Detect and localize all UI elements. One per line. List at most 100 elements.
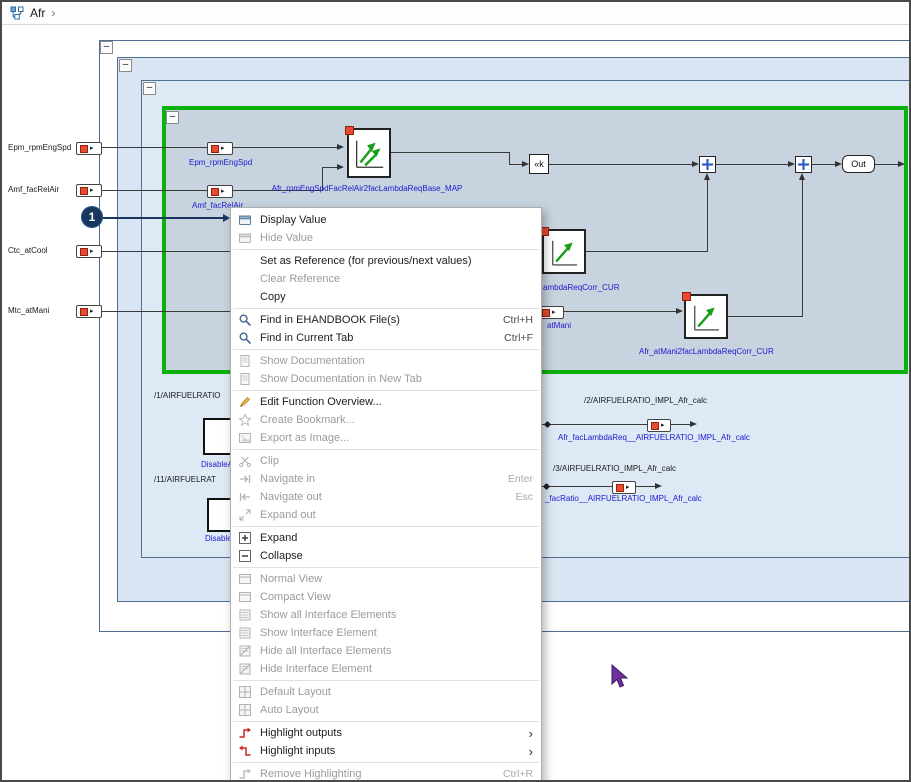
cur-block[interactable] [684,294,728,339]
menu-item-label: Collapse [260,550,533,562]
menu-item-label: Edit Function Overview... [260,396,533,408]
menu-item-collapse[interactable]: Collapse [231,547,541,565]
signal-link[interactable]: _facRatio__AIRFUELRATIO_IMPL_Afr_calc [545,494,702,503]
menu-separator [233,526,539,527]
wire [728,316,803,317]
curve-icon [545,233,583,271]
breadcrumb-label[interactable]: Afr [30,6,45,20]
search-icon [237,331,253,345]
port-arrow-icon: ▸ [90,248,94,255]
menu-item-hide-interface-element: Hide Interface Element [231,660,541,678]
menu-item-expand-out: Expand out [231,506,541,524]
blank-icon [237,290,253,304]
input-label: Mtc_atMani [8,306,49,315]
cur-label[interactable]: ambdaReqCorr_CUR [543,283,619,292]
port-arrow-icon: ▸ [90,145,94,152]
menu-item-export-as-image: Export as Image... [231,429,541,447]
map-block[interactable] [347,128,391,178]
section-label: /11/AIRFUELRAT [154,475,216,484]
menu-item-navigate-in: Navigate inEnter [231,470,541,488]
port-red-marker [651,422,659,430]
menu-item-highlight-outputs[interactable]: Highlight outputs› [231,724,541,742]
cur-block[interactable] [542,229,586,274]
shift-block[interactable]: «k [529,154,549,174]
inner-port-block[interactable]: ▸ [207,185,233,198]
wire [542,486,656,487]
submenu-arrow-icon: › [529,727,533,740]
menu-item-expand[interactable]: Expand [231,529,541,547]
section-label: /3/AIRFUELRATIO_IMPL_Afr_calc [553,464,676,473]
breadcrumb-chevron-icon: › [51,6,55,20]
menu-item-label: Normal View [260,573,533,585]
wire [233,147,337,148]
port-red-marker [211,188,219,196]
annotation-line [103,217,224,219]
layout-icon [237,703,253,717]
menu-item-highlight-inputs[interactable]: Highlight inputs› [231,742,541,760]
collapse-button[interactable]: − [143,82,156,95]
signal-link[interactable]: Afr_facLambdaReq__AIRFUELRATIO_IMPL_Afr_… [558,433,750,442]
sum-block[interactable] [795,156,812,173]
menu-item-label: Find in EHANDBOOK File(s) [260,314,491,326]
menu-item-shortcut: Ctrl+H [503,314,533,326]
menu-item-label: Show Interface Element [260,627,533,639]
inner-port-block[interactable]: ▸ [207,142,233,155]
wire [812,164,836,165]
wire [549,164,693,165]
input-port-block[interactable]: ▸ [76,305,102,318]
clip-icon [237,454,253,468]
output-port[interactable]: Out [842,155,875,173]
menu-item-label: Create Bookmark... [260,414,533,426]
arrowhead [337,164,344,170]
cur-label[interactable]: Afr_atMani2facLambdaReqCorr_CUR [639,347,774,356]
wire [707,180,708,252]
input-port-block[interactable]: ▸ [76,184,102,197]
image-icon [237,431,253,445]
menu-item-label: Hide Value [260,232,533,244]
menu-item-label: Export as Image... [260,432,533,444]
signal-port-block[interactable]: ▸ [612,481,636,494]
sum-block[interactable] [699,156,716,173]
map-label[interactable]: Afr_rpmEngSpdFacRelAir2facLambdaReqBase_… [267,184,467,193]
collapse-button[interactable]: − [119,59,132,72]
wire [322,167,337,168]
inner-port-label[interactable]: atMani [547,321,571,330]
collapse-button[interactable]: − [166,111,179,124]
menu-item-label: Show all Interface Elements [260,609,533,621]
arrowhead [898,161,905,167]
wire [509,164,523,165]
inner-port-label[interactable]: Epm_rpmEngSpd [189,158,252,167]
menu-item-find-in-current-tab[interactable]: Find in Current TabCtrl+F [231,329,541,347]
menu-item-label: Set as Reference (for previous/next valu… [260,255,533,267]
menu-item-display-value[interactable]: Display Value [231,211,541,229]
annotation-badge: 1 [81,206,103,228]
port-red-marker [211,145,219,153]
collapse-icon [237,549,253,563]
menu-item-find-in-ehandbook-file-s[interactable]: Find in EHANDBOOK File(s) Ctrl+H [231,311,541,329]
menu-item-hide-all-interface-elements: Hide all Interface Elements [231,642,541,660]
menu-item-label: Display Value [260,214,533,226]
input-label: Ctc_atCool [8,246,48,255]
signal-port-block[interactable]: ▸ [647,419,671,432]
port-arrow-icon: ▸ [552,309,556,316]
menu-item-label: Compact View [260,591,533,603]
document-icon [237,372,253,386]
menu-item-edit-function-overview[interactable]: Edit Function Overview... [231,393,541,411]
menu-item-show-documentation: Show Documentation [231,352,541,370]
input-port-block[interactable]: ▸ [76,142,102,155]
blank-icon [237,272,253,286]
menu-separator [233,249,539,250]
wire [102,147,207,148]
collapse-button[interactable]: − [100,41,113,54]
menu-item-auto-layout: Auto Layout [231,701,541,719]
input-port-block[interactable]: ▸ [76,245,102,258]
port-red-marker [80,145,88,153]
menu-item-set-as-reference-for-previous-next-values[interactable]: Set as Reference (for previous/next valu… [231,252,541,270]
section-label: /1/AIRFUELRATIO [154,391,221,400]
menu-item-clear-reference: Clear Reference [231,270,541,288]
menu-item-compact-view: Compact View [231,588,541,606]
menu-item-shortcut: Ctrl+R [503,768,533,780]
document-icon [237,354,253,368]
interface-icon [237,626,253,640]
menu-item-copy[interactable]: Copy [231,288,541,306]
